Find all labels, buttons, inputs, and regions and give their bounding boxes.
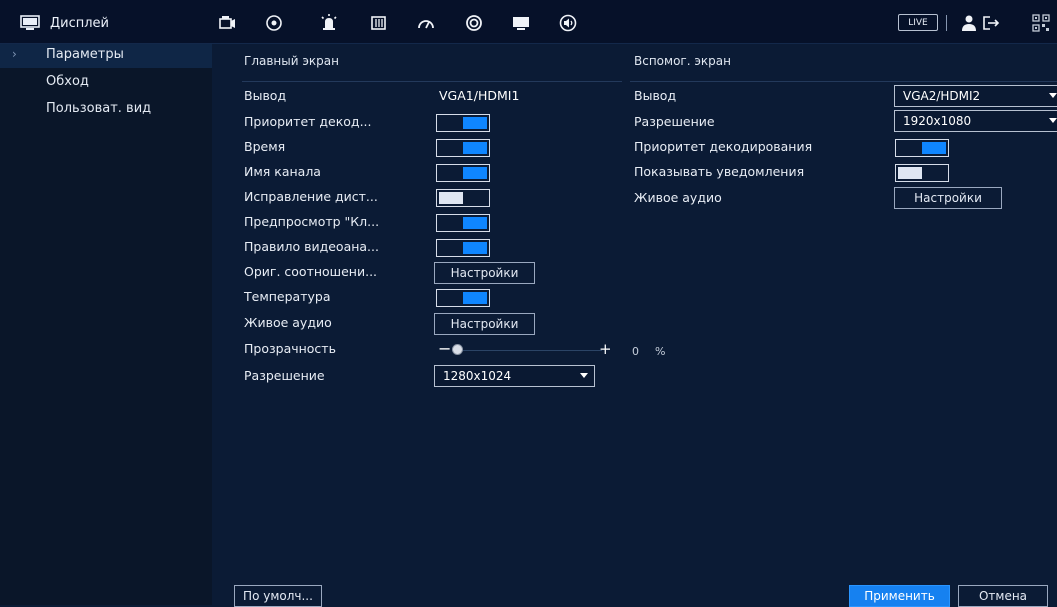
slider-decrease-button[interactable]: − (438, 341, 451, 357)
main-resolution-label: Разрешение (244, 368, 325, 383)
user-icon[interactable] (958, 12, 980, 34)
preview-toggle[interactable] (436, 214, 490, 232)
sidebar-item-label: Обход (46, 74, 89, 89)
account-icon[interactable] (463, 12, 485, 34)
camera-icon[interactable] (216, 12, 238, 34)
sidebar-item-tour[interactable]: Обход (0, 71, 212, 95)
chevron-right-icon: › (12, 47, 17, 61)
aux-live-audio-settings-button[interactable]: Настройки (894, 187, 1002, 209)
chevron-down-icon (1049, 118, 1057, 123)
toggle-knob (898, 167, 922, 179)
video-analytics-rule-label: Правило видеоана... (244, 239, 379, 254)
slider-increase-button[interactable]: + (599, 342, 612, 357)
toggle-knob (463, 292, 487, 304)
aux-resolution-select[interactable]: 1920x1080 (894, 110, 1057, 132)
toggle-knob (439, 192, 463, 204)
temperature-toggle[interactable] (436, 289, 490, 307)
live-audio-settings-button[interactable]: Настройки (434, 313, 535, 335)
toggle-knob (922, 142, 946, 154)
aux-live-audio-label: Живое аудио (634, 190, 722, 205)
video-analytics-rule-toggle[interactable] (436, 239, 490, 257)
distortion-correction-toggle[interactable] (436, 189, 490, 207)
time-toggle[interactable] (436, 139, 490, 157)
aspect-ratio-settings-button[interactable]: Настройки (434, 262, 535, 284)
main-screen-divider (242, 81, 622, 82)
show-notifications-toggle[interactable] (895, 164, 949, 182)
aux-resolution-value: 1920x1080 (903, 114, 972, 128)
sidebar-item-custom-view[interactable]: Пользоват. вид (0, 98, 212, 122)
decode-priority-label: Приоритет декод... (244, 114, 372, 129)
default-button[interactable]: По умолч... (234, 585, 322, 607)
window-title: Дисплей (20, 13, 109, 33)
aux-output-label: Вывод (634, 88, 677, 103)
qrcode-icon[interactable] (1030, 12, 1052, 34)
channel-name-label: Имя канала (244, 164, 321, 179)
decode-priority-toggle[interactable] (436, 114, 490, 132)
temperature-label: Температура (244, 289, 331, 304)
apply-button[interactable]: Применить (849, 585, 950, 607)
main-content: Главный экран Вывод VGA1/HDMI1 Приоритет… (212, 44, 1057, 607)
audio-icon[interactable] (557, 12, 579, 34)
display-icon[interactable] (510, 12, 532, 34)
aspect-ratio-label: Ориг. соотношени... (244, 264, 378, 279)
network-icon[interactable] (263, 12, 285, 34)
sidebar: › Параметры Обход Пользоват. вид (0, 44, 213, 605)
storage-icon[interactable] (368, 12, 390, 34)
toggle-knob (463, 167, 487, 179)
channel-name-toggle[interactable] (436, 164, 490, 182)
transparency-value: 0 (632, 345, 639, 358)
sidebar-item-label: Параметры (46, 47, 124, 62)
toolbar-divider (946, 15, 947, 31)
aux-screen-divider (630, 81, 1057, 82)
transparency-slider-track[interactable] (452, 350, 602, 351)
logout-icon[interactable] (980, 12, 1002, 34)
toggle-knob (463, 142, 487, 154)
preview-label: Предпросмотр "Кл... (244, 214, 380, 229)
aux-screen-title: Вспомог. экран (634, 54, 731, 68)
monitor-icon (20, 15, 40, 30)
sidebar-item-parameters[interactable]: › Параметры (0, 44, 212, 68)
aux-decode-priority-toggle[interactable] (895, 139, 949, 157)
live-audio-label: Живое аудио (244, 315, 332, 330)
aux-output-value: VGA2/HDMI2 (903, 89, 981, 103)
transparency-unit: % (655, 345, 666, 358)
toggle-knob (463, 242, 487, 254)
transparency-label: Прозрачность (244, 341, 336, 356)
event-icon[interactable] (318, 12, 340, 34)
transparency-slider-handle[interactable] (452, 344, 463, 355)
window-title-text: Дисплей (50, 15, 110, 31)
sidebar-item-label: Пользоват. вид (46, 101, 152, 116)
main-screen-title: Главный экран (244, 54, 339, 68)
aux-decode-priority-label: Приоритет декодирования (634, 139, 813, 154)
top-bar: Дисплей LIVE (0, 0, 1057, 44)
main-output-value: VGA1/HDMI1 (439, 88, 520, 103)
live-button[interactable]: LIVE (898, 14, 938, 31)
main-resolution-select[interactable]: 1280x1024 (434, 365, 595, 387)
time-label: Время (244, 139, 286, 154)
performance-icon[interactable] (415, 12, 437, 34)
distortion-correction-label: Исправление дист... (244, 189, 378, 204)
chevron-down-icon (580, 373, 588, 378)
main-output-label: Вывод (244, 88, 287, 103)
toggle-knob (463, 117, 487, 129)
show-notifications-label: Показывать уведомления (634, 164, 805, 179)
aux-resolution-label: Разрешение (634, 114, 715, 129)
toggle-knob (463, 217, 487, 229)
main-resolution-value: 1280x1024 (443, 369, 512, 383)
cancel-button[interactable]: Отмена (958, 585, 1048, 607)
chevron-down-icon (1049, 93, 1057, 98)
aux-output-select[interactable]: VGA2/HDMI2 (894, 85, 1057, 107)
